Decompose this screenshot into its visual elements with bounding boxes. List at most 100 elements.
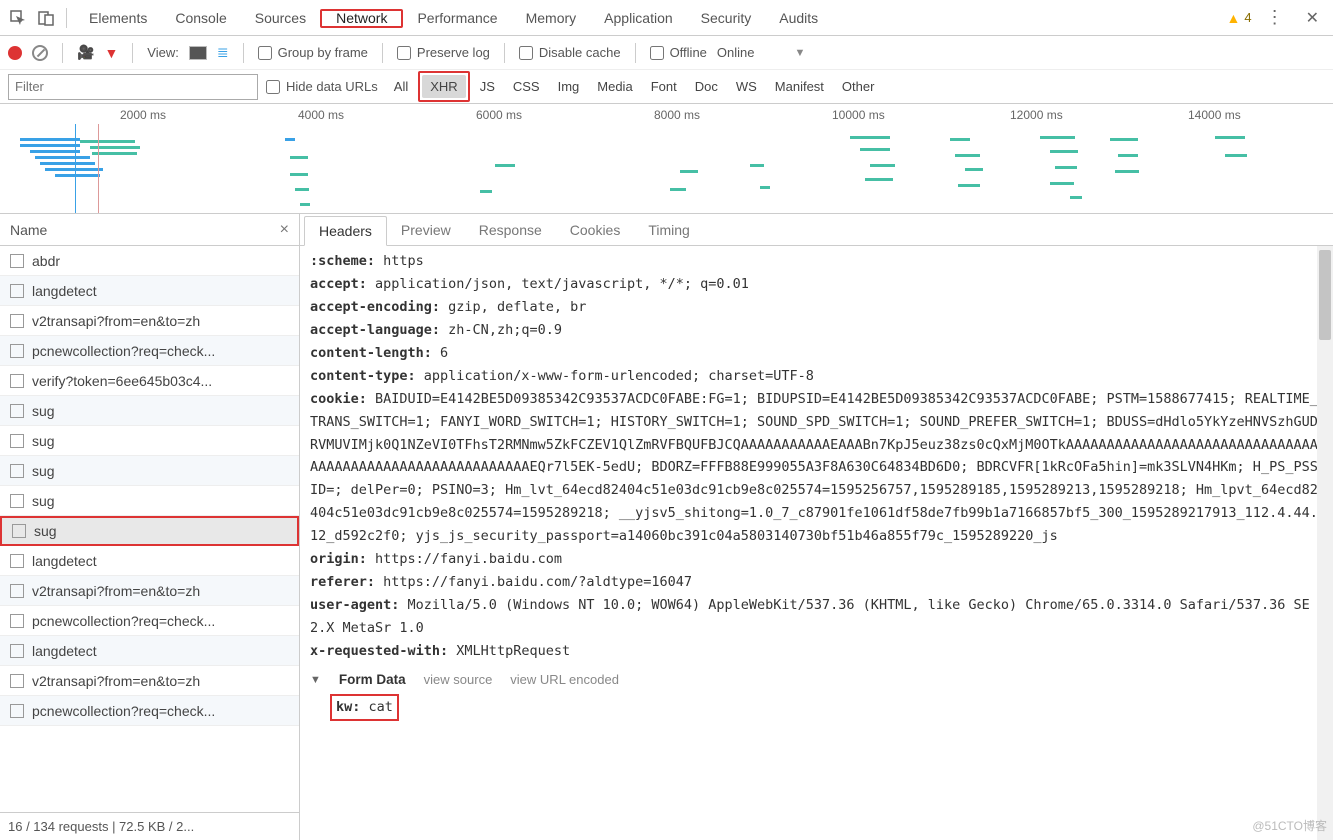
tab-audits[interactable]: Audits — [765, 4, 832, 32]
filter-type-all[interactable]: All — [386, 75, 416, 98]
request-row[interactable]: sug — [0, 486, 299, 516]
header-row: user-agent: Mozilla/5.0 (Windows NT 10.0… — [310, 594, 1323, 640]
row-checkbox-icon — [10, 434, 24, 448]
request-row[interactable]: verify?token=6ee645b03c4... — [0, 366, 299, 396]
warning-count[interactable]: ▲4 — [1227, 10, 1252, 26]
filter-row: Hide data URLs All XHR JSCSSImgMediaFontDo… — [0, 70, 1333, 104]
request-row[interactable]: abdr — [0, 246, 299, 276]
row-checkbox-icon — [10, 554, 24, 568]
row-checkbox-icon — [12, 524, 26, 538]
request-row[interactable]: sug — [0, 456, 299, 486]
row-checkbox-icon — [10, 584, 24, 598]
filter-type-xhr[interactable]: XHR — [422, 75, 465, 98]
row-checkbox-icon — [10, 344, 24, 358]
request-rows: abdrlangdetectv2transapi?from=en&to=zhpc… — [0, 246, 299, 812]
tab-performance[interactable]: Performance — [403, 4, 511, 32]
header-row: x-requested-with: XMLHttpRequest — [310, 640, 1323, 663]
request-row[interactable]: pcnewcollection?req=check... — [0, 696, 299, 726]
tab-memory[interactable]: Memory — [512, 4, 591, 32]
group-by-frame-checkbox[interactable]: Group by frame — [258, 45, 368, 60]
header-row: referer: https://fanyi.baidu.com/?aldtyp… — [310, 571, 1323, 594]
request-row[interactable]: langdetect — [0, 636, 299, 666]
view-label: View: — [147, 45, 179, 60]
filter-type-img[interactable]: Img — [550, 75, 588, 98]
view-source-link[interactable]: view source — [424, 669, 493, 691]
request-row[interactable]: pcnewcollection?req=check... — [0, 336, 299, 366]
request-row[interactable]: v2transapi?from=en&to=zh — [0, 306, 299, 336]
form-data-kv: kw: cat — [330, 694, 399, 721]
header-row: :scheme: https — [310, 250, 1323, 273]
row-checkbox-icon — [10, 404, 24, 418]
request-list-panel: Name × abdrlangdetectv2transapi?from=en&… — [0, 214, 300, 840]
filter-input[interactable] — [8, 74, 258, 100]
inspect-icon[interactable] — [6, 6, 30, 30]
tab-network[interactable]: Network — [322, 4, 401, 32]
detail-tab-preview[interactable]: Preview — [387, 216, 465, 244]
row-checkbox-icon — [10, 284, 24, 298]
clear-button[interactable] — [32, 45, 48, 61]
large-rows-icon[interactable] — [189, 46, 207, 60]
tab-console[interactable]: Console — [161, 4, 240, 32]
detail-tab-response[interactable]: Response — [465, 216, 556, 244]
filter-type-font[interactable]: Font — [643, 75, 685, 98]
timeline-overview[interactable]: 2000 ms4000 ms6000 ms8000 ms10000 ms1200… — [0, 104, 1333, 214]
watermark: @51CTO博客 — [1252, 817, 1327, 834]
scrollbar[interactable] — [1317, 246, 1333, 840]
chevron-down-icon[interactable]: ▼ — [794, 47, 805, 59]
row-checkbox-icon — [10, 314, 24, 328]
screenshot-icon[interactable]: 🎥 — [77, 44, 94, 61]
row-checkbox-icon — [10, 374, 24, 388]
more-menu-icon[interactable]: ⋮ — [1256, 7, 1294, 28]
filter-type-css[interactable]: CSS — [505, 75, 548, 98]
throttling-select[interactable]: Online — [717, 45, 755, 60]
request-row[interactable]: v2transapi?from=en&to=zh — [0, 576, 299, 606]
request-row[interactable]: v2transapi?from=en&to=zh — [0, 666, 299, 696]
filter-toggle-icon[interactable]: ▼ — [104, 45, 118, 61]
header-row: content-type: application/x-www-form-url… — [310, 365, 1323, 388]
tab-application[interactable]: Application — [590, 4, 687, 32]
request-row[interactable]: pcnewcollection?req=check... — [0, 606, 299, 636]
offline-checkbox[interactable]: Offline — [650, 45, 707, 60]
preserve-log-checkbox[interactable]: Preserve log — [397, 45, 490, 60]
request-detail-panel: HeadersPreviewResponseCookiesTiming :sch… — [300, 214, 1333, 840]
status-footer: 16 / 134 requests | 72.5 KB / 2... — [0, 812, 299, 840]
request-row[interactable]: sug — [0, 516, 299, 546]
request-row[interactable]: langdetect — [0, 546, 299, 576]
tab-sources[interactable]: Sources — [241, 4, 320, 32]
row-checkbox-icon — [10, 614, 24, 628]
headers-body[interactable]: :scheme: httpsaccept: application/json, … — [300, 246, 1333, 840]
row-checkbox-icon — [10, 464, 24, 478]
disable-cache-checkbox[interactable]: Disable cache — [519, 45, 621, 60]
filter-type-manifest[interactable]: Manifest — [767, 75, 832, 98]
detail-tab-timing[interactable]: Timing — [634, 216, 704, 244]
device-toggle-icon[interactable] — [34, 6, 58, 30]
request-row[interactable]: sug — [0, 396, 299, 426]
row-checkbox-icon — [10, 704, 24, 718]
devtools-tabbar: ElementsConsoleSourcesNetworkPerformance… — [0, 0, 1333, 36]
header-row: content-length: 6 — [310, 342, 1323, 365]
separator — [66, 8, 67, 28]
record-button[interactable] — [8, 46, 22, 60]
filter-type-js[interactable]: JS — [472, 75, 503, 98]
row-checkbox-icon — [10, 494, 24, 508]
filter-type-doc[interactable]: Doc — [687, 75, 726, 98]
form-data-section-header[interactable]: ▼ Form Data view source view URL encoded — [310, 669, 1323, 692]
view-url-encoded-link[interactable]: view URL encoded — [510, 669, 619, 691]
request-row[interactable]: langdetect — [0, 276, 299, 306]
detail-tab-cookies[interactable]: Cookies — [556, 216, 635, 244]
close-detail-icon[interactable]: × — [280, 221, 289, 239]
tab-security[interactable]: Security — [687, 4, 766, 32]
filter-type-media[interactable]: Media — [589, 75, 640, 98]
network-toolbar: 🎥 ▼ View: ≣ Group by frame Preserve log … — [0, 36, 1333, 70]
tab-elements[interactable]: Elements — [75, 4, 161, 32]
header-row: origin: https://fanyi.baidu.com — [310, 548, 1323, 571]
name-column-header[interactable]: Name — [10, 222, 47, 238]
detail-tab-headers[interactable]: Headers — [304, 216, 387, 246]
filter-type-ws[interactable]: WS — [728, 75, 765, 98]
hide-data-urls-checkbox[interactable]: Hide data URLs — [266, 79, 378, 94]
filter-type-other[interactable]: Other — [834, 75, 883, 98]
request-row[interactable]: sug — [0, 426, 299, 456]
waterfall-icon[interactable]: ≣ — [217, 44, 229, 61]
close-devtools-icon[interactable]: ✕ — [1298, 8, 1327, 28]
header-row: accept-language: zh-CN,zh;q=0.9 — [310, 319, 1323, 342]
